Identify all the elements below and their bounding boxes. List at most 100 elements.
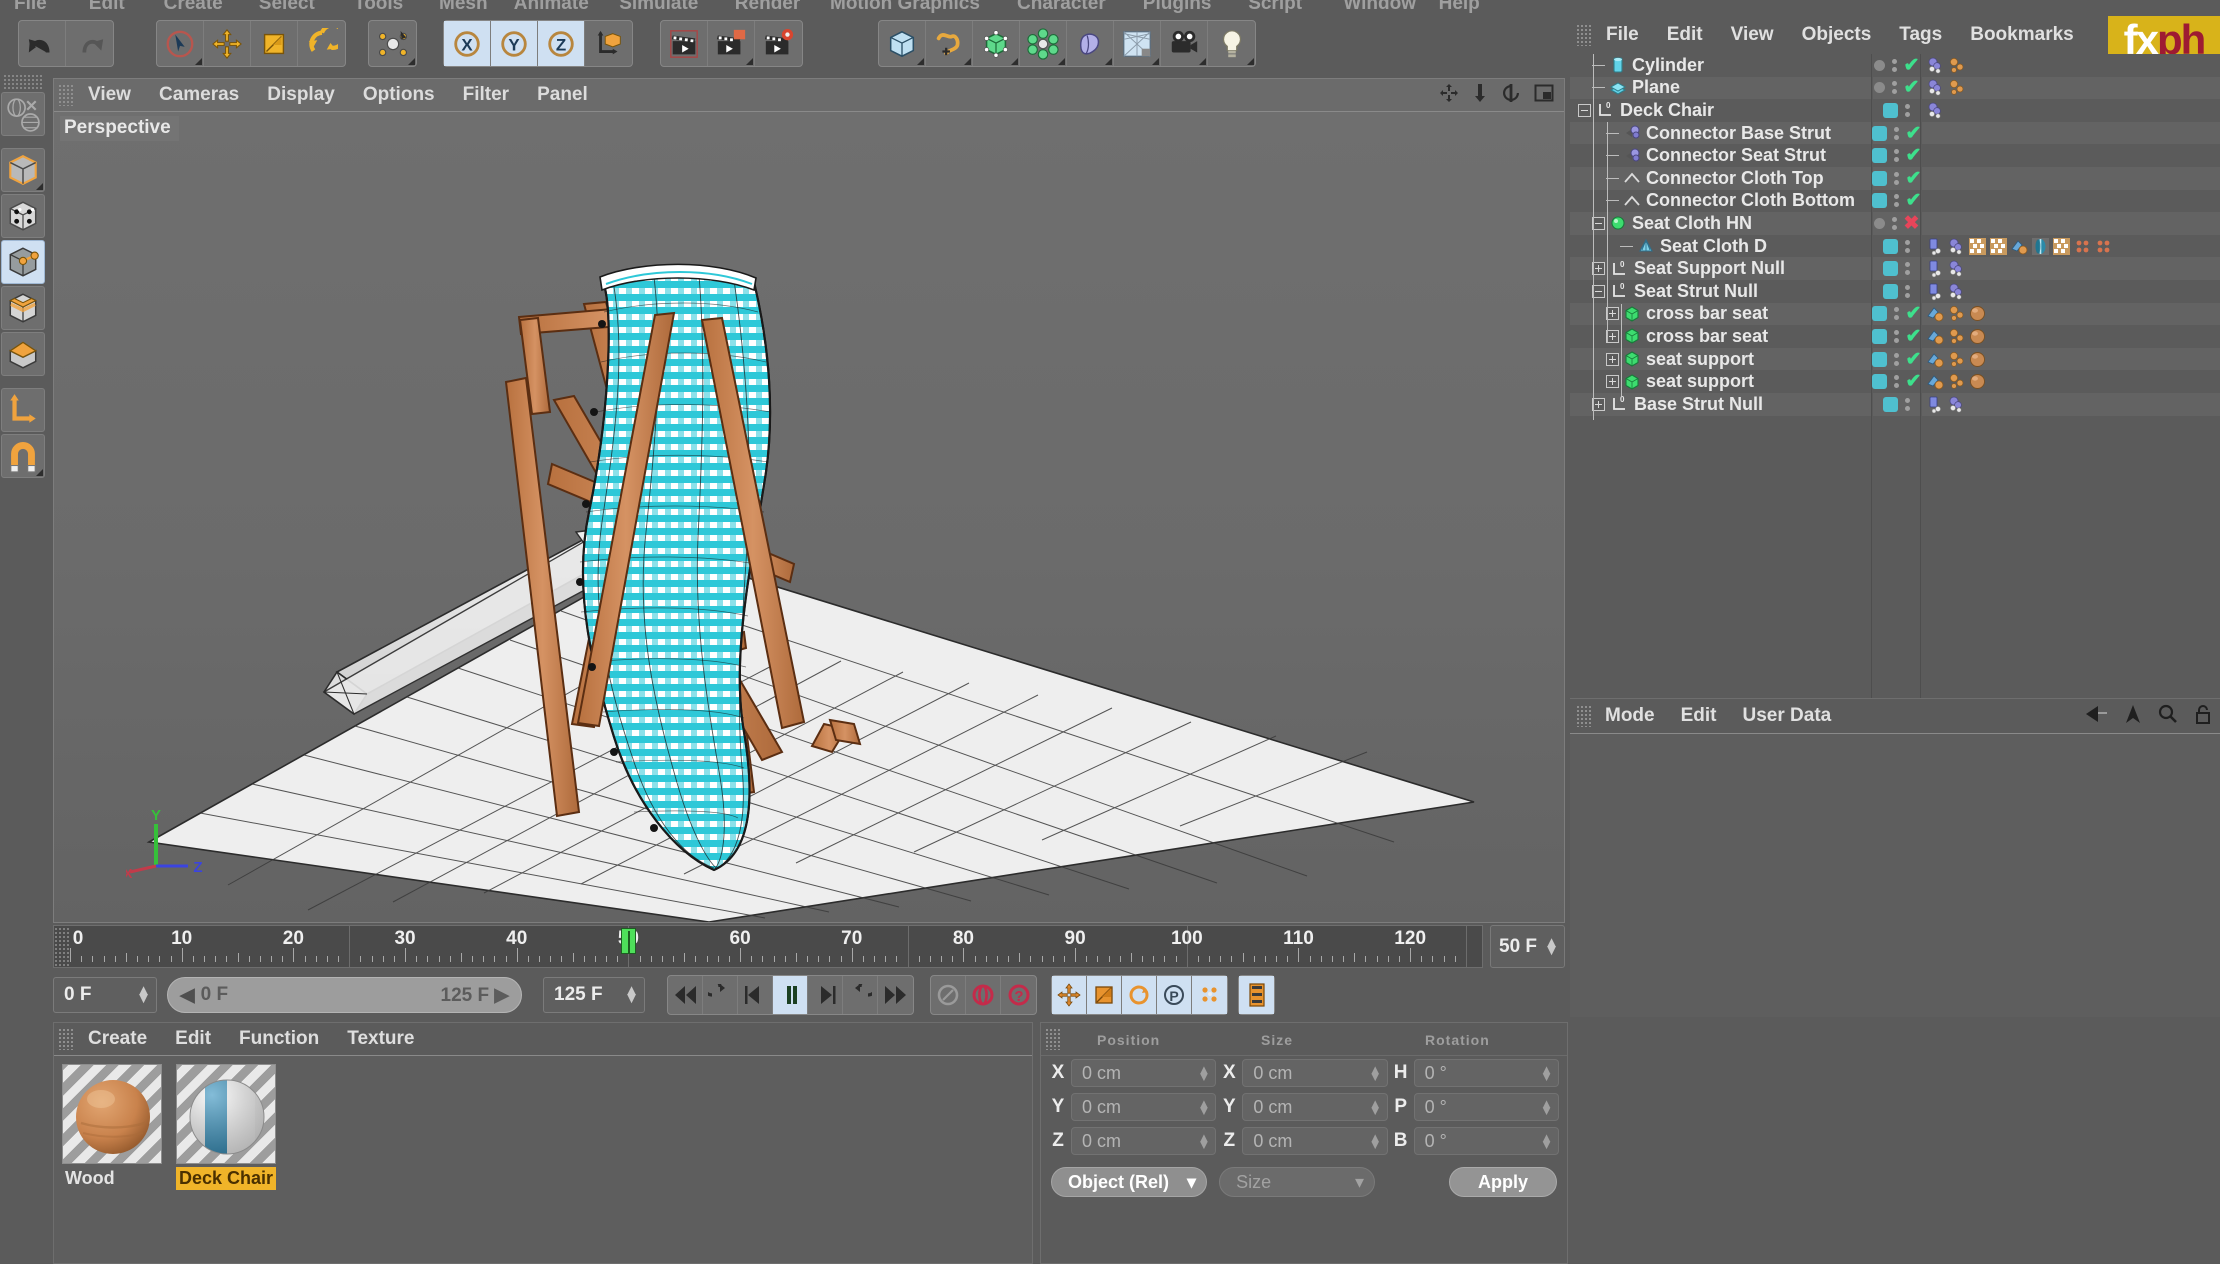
visibility-toggle-dots-icon[interactable] <box>1891 58 1897 72</box>
material-tag[interactable] <box>1947 327 1966 346</box>
add-deformer-button[interactable] <box>1020 21 1067 66</box>
visibility-toggle-dots-icon[interactable] <box>1893 149 1899 163</box>
spinner-icon[interactable]: ▲ ▼ <box>1540 1131 1553 1151</box>
spinner-icon[interactable]: ▲ ▼ <box>1369 1131 1382 1151</box>
deformer-tag[interactable] <box>1926 78 1945 97</box>
viewport-menu-options[interactable]: Options <box>349 84 449 106</box>
collapse-icon[interactable] <box>1578 103 1591 117</box>
enabled-check-icon[interactable]: ✔ <box>1904 78 1920 97</box>
lock-icon[interactable] <box>2194 704 2212 729</box>
spinner-icon[interactable]: ▲ ▼ <box>1544 935 1559 958</box>
menu-item-mesh[interactable]: Mesh <box>439 0 488 15</box>
material-list[interactable]: Wood Deck Chair <box>54 1055 1032 1263</box>
dots-tag[interactable] <box>2073 237 2092 256</box>
attribute-menu-edit[interactable]: Edit <box>1668 705 1730 727</box>
object-name[interactable]: seat support <box>1646 371 1754 392</box>
enabled-check-icon[interactable]: ✔ <box>1906 327 1922 346</box>
material-tag[interactable] <box>1947 372 1966 391</box>
menu-item-motion-graphics[interactable]: Motion Graphics <box>830 0 980 15</box>
layer-color-swatch[interactable] <box>1883 283 1898 299</box>
uv-tag[interactable] <box>2010 237 2029 256</box>
play-button[interactable] <box>773 976 808 1014</box>
timeline-playhead[interactable] <box>621 928 637 954</box>
move-view-icon[interactable] <box>1439 83 1459 108</box>
checker-tag[interactable] <box>1968 237 1987 256</box>
range-left-arrow-icon[interactable]: ◀ <box>168 984 201 1007</box>
coord-size-dropdown[interactable]: Size ▾ <box>1219 1167 1376 1197</box>
cloth-tag[interactable] <box>2031 237 2050 256</box>
object-name[interactable]: Deck Chair <box>1620 100 1714 121</box>
material-menu-function[interactable]: Function <box>225 1028 333 1050</box>
menu-item-create[interactable]: Create <box>164 0 223 15</box>
submenu-corner-icon[interactable] <box>1152 58 1159 65</box>
visibility-toggle-dots-icon[interactable] <box>1893 352 1899 366</box>
redo-button[interactable] <box>66 21 113 66</box>
submenu-corner-icon[interactable] <box>1105 58 1112 65</box>
submenu-corner-icon[interactable] <box>964 58 971 65</box>
lock-z-button[interactable]: Z <box>538 21 585 66</box>
range-right-arrow-icon[interactable]: ▶ <box>494 985 509 1006</box>
sphere-tag[interactable] <box>1968 350 1987 369</box>
go-to-start-button[interactable] <box>668 976 703 1014</box>
material-tag[interactable] <box>1947 78 1966 97</box>
rotate-button[interactable] <box>298 21 345 66</box>
frame-range-slider[interactable]: ◀ 0 F 125 F ▶ <box>167 977 522 1013</box>
object-name[interactable]: Connector Cloth Top <box>1646 168 1824 189</box>
layer-color-swatch[interactable] <box>1871 125 1887 141</box>
object-name[interactable]: Base Strut Null <box>1634 394 1763 415</box>
visibility-dot-icon[interactable] <box>1873 82 1885 94</box>
object-name[interactable]: cross bar seat <box>1646 303 1768 324</box>
blue-tag[interactable] <box>1926 237 1945 256</box>
sphere-tag[interactable] <box>1968 304 1987 323</box>
enabled-check-icon[interactable]: ✔ <box>1906 304 1922 323</box>
spinner-icon[interactable]: ▲ ▼ <box>1369 1063 1382 1083</box>
key-scale-button[interactable] <box>1087 976 1122 1014</box>
key-position-button[interactable] <box>1052 976 1087 1014</box>
undo-button[interactable] <box>19 21 66 66</box>
material-preview[interactable] <box>176 1064 276 1164</box>
layer-color-swatch[interactable] <box>1871 170 1887 186</box>
material-item[interactable]: Deck Chair <box>176 1064 276 1263</box>
coordinate-grip[interactable] <box>1045 1028 1061 1050</box>
object-row[interactable]: 0 Base Strut Null <box>1570 392 1871 416</box>
render-region-button[interactable] <box>708 21 755 66</box>
keyframe-selection-button[interactable]: ? <box>1001 976 1036 1014</box>
layer-color-swatch[interactable] <box>1883 102 1898 118</box>
object-menu-objects[interactable]: Objects <box>1788 24 1886 46</box>
object-menu-bookmarks[interactable]: Bookmarks <box>1956 24 2088 46</box>
object-name[interactable]: Seat Cloth D <box>1660 236 1767 257</box>
material-tag[interactable] <box>1947 304 1966 323</box>
object-row[interactable]: 0 Seat Support Null <box>1570 257 1871 280</box>
deformer-tag[interactable] <box>1947 282 1966 301</box>
visibility-toggle-dots-icon[interactable] <box>1893 375 1899 389</box>
dots-tag[interactable] <box>2094 237 2113 256</box>
object-row[interactable]: cross bar seat <box>1570 302 1871 326</box>
go-to-end-button[interactable] <box>878 976 913 1014</box>
spinner-icon[interactable]: ▲ ▼ <box>1540 1063 1553 1083</box>
add-spline-button[interactable] <box>926 21 973 66</box>
enabled-check-icon[interactable]: ✔ <box>1906 124 1922 143</box>
layer-color-swatch[interactable] <box>1871 374 1887 390</box>
viewport-menu-display[interactable]: Display <box>253 84 349 106</box>
viewport-menu-filter[interactable]: Filter <box>449 84 523 106</box>
spinner-icon[interactable]: ▲ ▼ <box>624 983 639 1006</box>
menu-item-simulate[interactable]: Simulate <box>619 0 698 15</box>
expand-icon[interactable] <box>1606 375 1619 389</box>
object-name[interactable]: Seat Support Null <box>1634 258 1785 279</box>
coord-input-z[interactable]: 0 cm ▲ ▼ <box>1071 1127 1217 1155</box>
visibility-dot-icon[interactable] <box>1873 217 1885 229</box>
coord-input-z[interactable]: 0 cm ▲ ▼ <box>1242 1127 1388 1155</box>
search-icon[interactable] <box>2158 704 2178 729</box>
palette-grip[interactable] <box>3 74 43 90</box>
tool-points-mode-button[interactable] <box>1 194 45 238</box>
tool-polygons-mode-button[interactable] <box>1 286 45 330</box>
add-environment-button[interactable] <box>1114 21 1161 66</box>
checker-tag[interactable] <box>2052 237 2071 256</box>
key-rotation-button[interactable] <box>1122 976 1157 1014</box>
menu-item-edit[interactable]: Edit <box>89 0 125 15</box>
viewport-3d-canvas[interactable]: Perspective Y Z <box>54 111 1564 922</box>
uv-blue-tag[interactable] <box>1926 327 1945 346</box>
add-scene-object-button[interactable] <box>1067 21 1114 66</box>
menu-item-script[interactable]: Script <box>1248 0 1302 15</box>
submenu-corner-icon[interactable] <box>1058 58 1065 65</box>
